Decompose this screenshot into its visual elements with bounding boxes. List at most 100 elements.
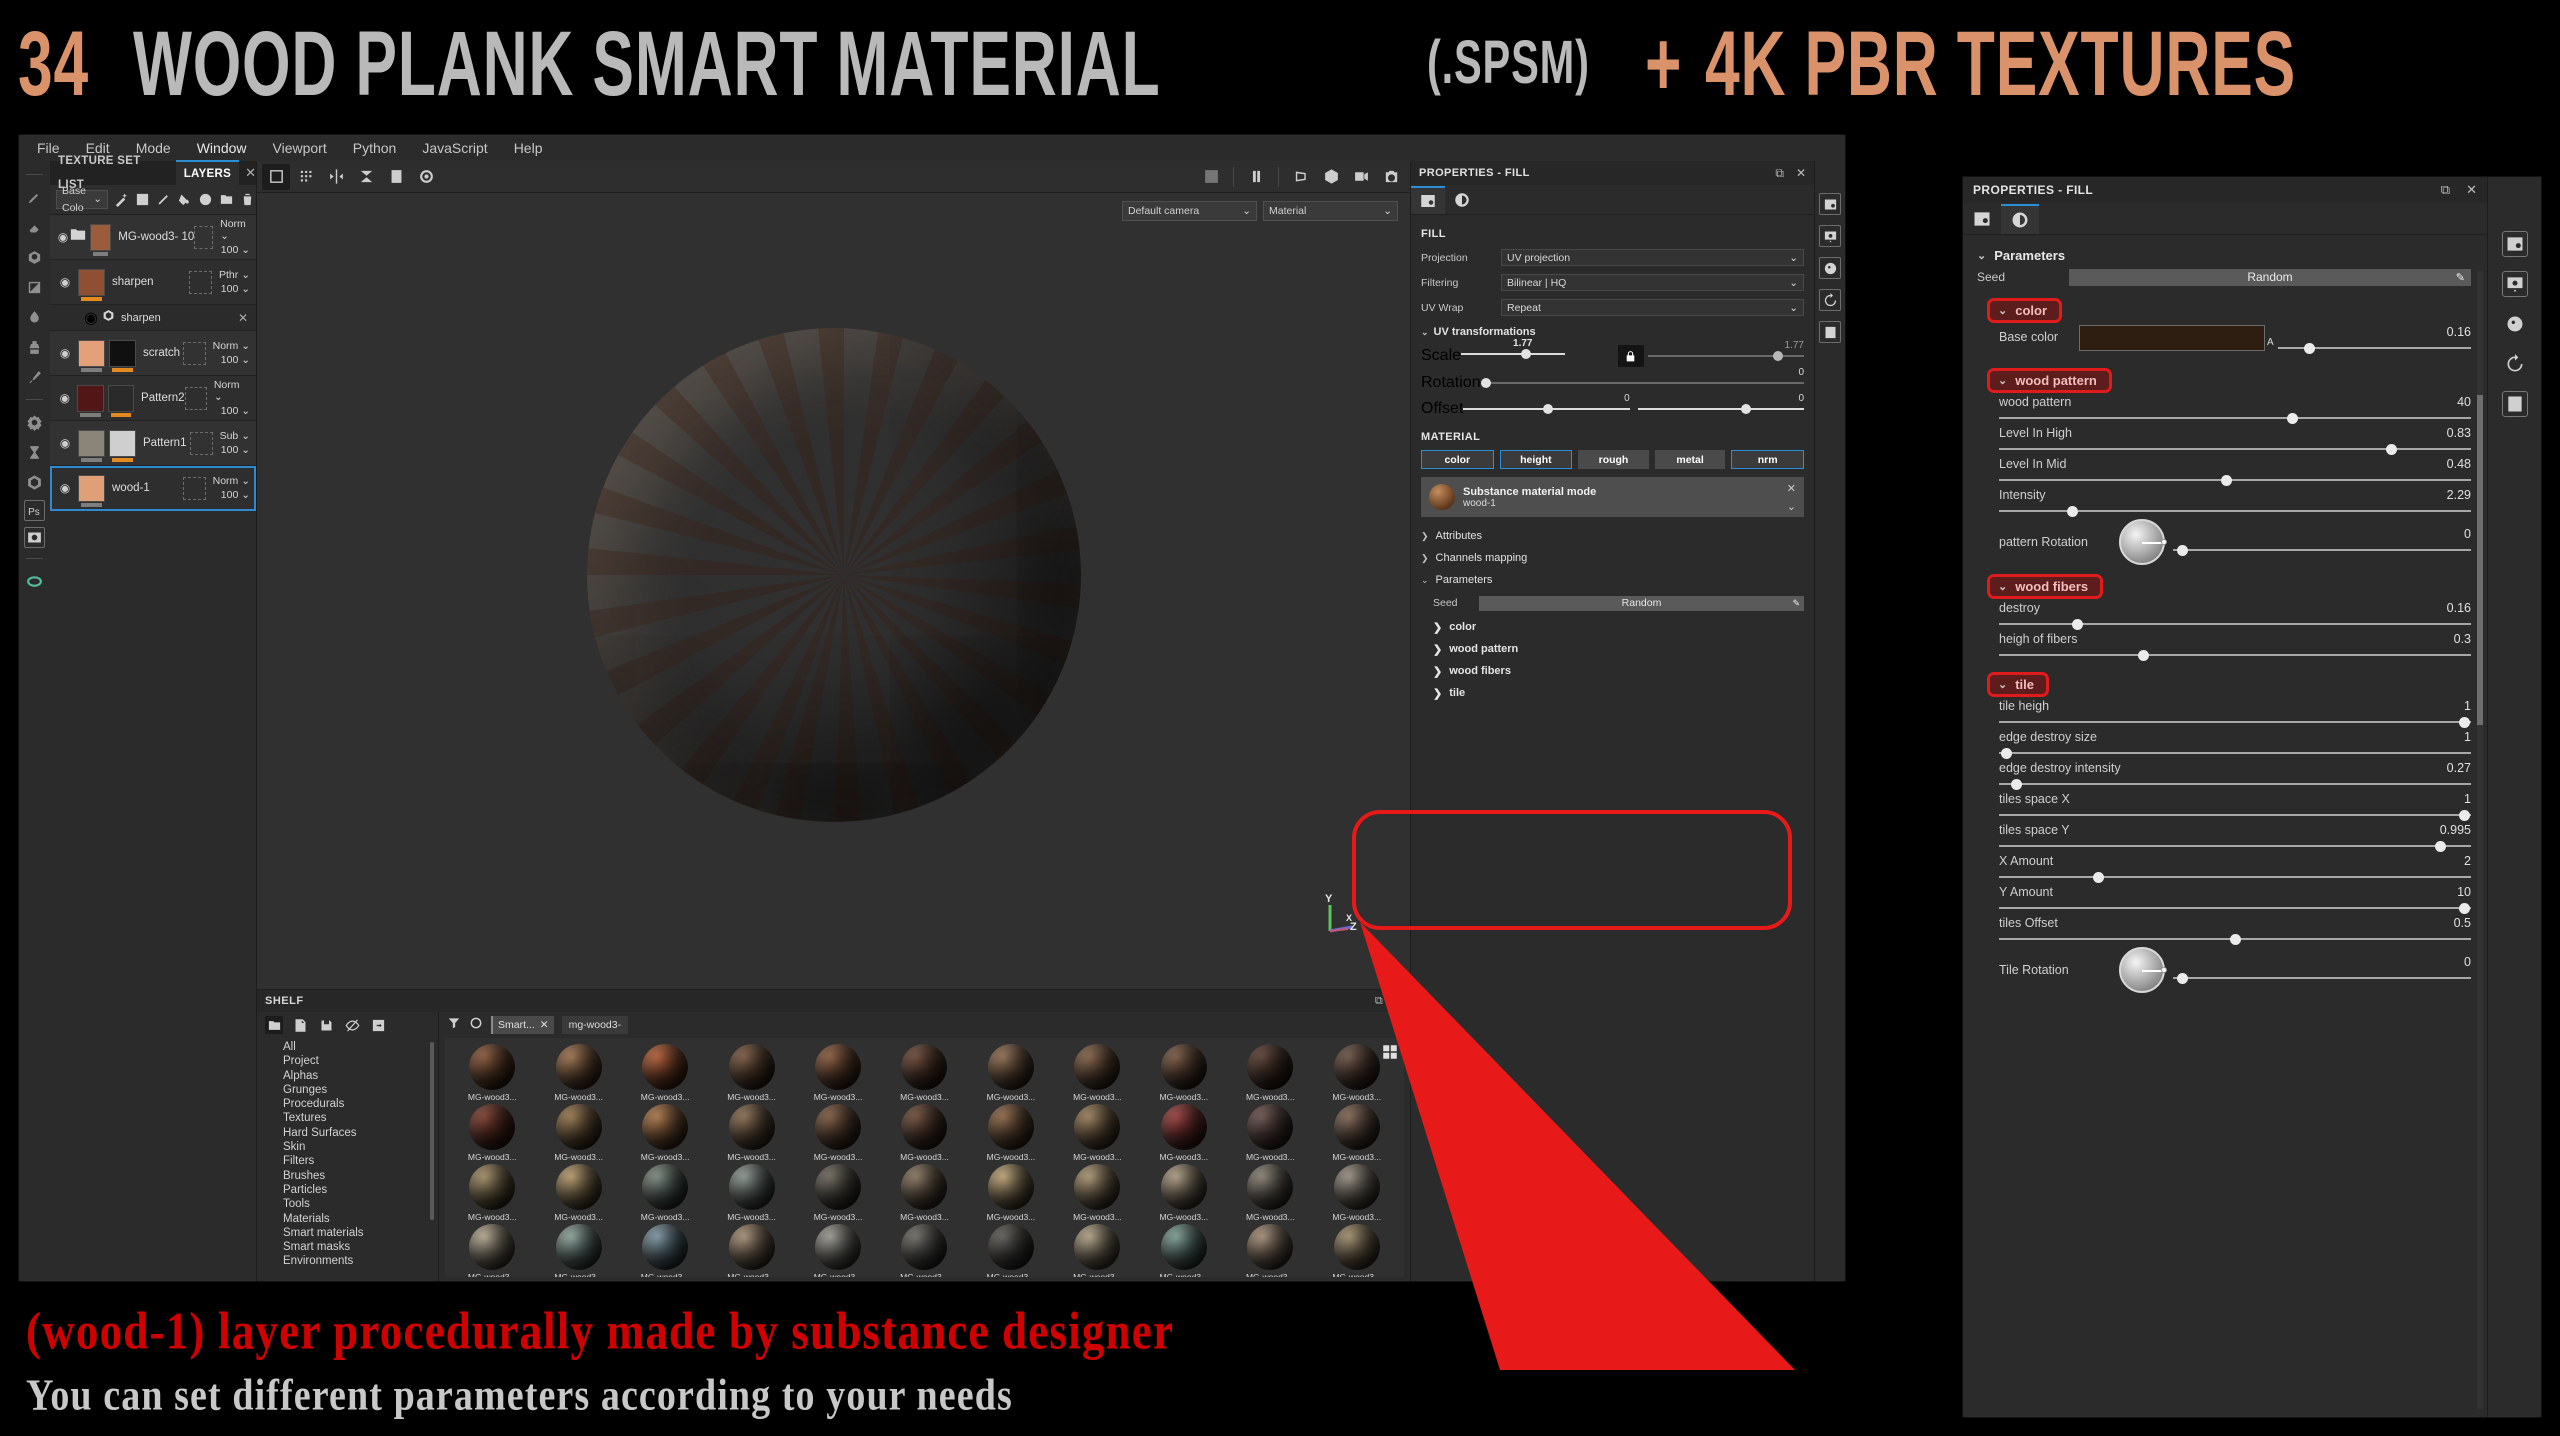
shelf-item[interactable]: MG-wood3... [1054,1164,1140,1222]
category-scrollbar[interactable] [430,1042,434,1220]
param-group-wood-fibers[interactable]: ❯wood fibers [1421,660,1804,682]
symmetry-plane-icon[interactable] [352,164,380,190]
tab-properties-settings[interactable] [1411,186,1445,214]
layer-blend-mode[interactable]: Norm ⌄ [213,475,250,487]
channel-button-height[interactable]: height [1500,450,1573,469]
layer-mask-slot[interactable] [183,342,206,365]
layer-visibility-icon[interactable]: ◉ [56,230,70,244]
shelf-category-item[interactable]: Alphas [283,1069,438,1083]
material-preview-sphere[interactable] [587,328,1081,822]
shelf-category-item[interactable]: Skin [283,1140,438,1154]
import-icon[interactable] [369,1016,387,1034]
shelf-item[interactable]: MG-wood3... [1054,1044,1140,1102]
rw-scrollbar-thumb[interactable] [2477,395,2483,725]
layer-opacity[interactable]: 100 ⌄ [221,489,250,501]
layer-mask-thumbnail[interactable] [109,430,136,457]
maximize-icon[interactable]: ⧉ [2441,182,2450,198]
grid-icon[interactable] [292,164,320,190]
param-group-tile[interactable]: ❯tile [1421,682,1804,704]
shelf-item[interactable]: MG-wood3... [449,1044,535,1102]
rw-group-tile[interactable]: ⌄tile [1987,672,2049,697]
display-settings-icon[interactable] [2502,231,2528,257]
rw-group-color[interactable]: ⌄color [1987,298,2062,323]
rw-seed-field[interactable]: Random ✎ [2069,269,2471,286]
shelf-item[interactable]: MG-wood3... [795,1224,881,1277]
shelf-category-item[interactable]: Textures [283,1111,438,1125]
shelf-item[interactable]: MG-wood3... [881,1044,967,1102]
shelf-item[interactable]: MG-wood3... [708,1104,794,1162]
shelf-category-item[interactable]: All [283,1040,438,1054]
layer-visibility-icon[interactable]: ◉ [56,436,74,450]
rw-param-slider[interactable] [1999,869,2471,884]
rw-group-wood-pattern[interactable]: ⌄wood pattern [1987,368,2112,393]
channel-button-nrm[interactable]: nrm [1731,450,1804,469]
layer-row[interactable]: ◉sharpenPthr ⌄100 ⌄ [50,260,256,305]
3d-viewport[interactable]: Default camera ⌄ Material ⌄ [257,193,1410,989]
substance-icon[interactable] [22,467,48,497]
rw-param-slider[interactable] [1999,616,2471,631]
offset-slider-1[interactable] [1463,402,1629,416]
shelf-item[interactable]: MG-wood3... [708,1044,794,1102]
channel-button-metal[interactable]: metal [1655,450,1726,469]
menu-item-help[interactable]: Help [514,140,543,156]
layer-visibility-icon[interactable]: ◉ [56,391,73,405]
add-fill-icon[interactable] [177,191,192,209]
layer-thumbnail[interactable] [77,385,103,412]
shelf-item[interactable]: MG-wood3... [535,1104,621,1162]
shelf-item[interactable]: MG-wood3... [968,1104,1054,1162]
rw-param-slider[interactable] [2173,970,2471,985]
lock-icon[interactable] [1618,345,1644,367]
shelf-item[interactable]: MG-wood3... [795,1104,881,1162]
rotation-dial[interactable] [2119,947,2165,993]
color-swatch[interactable] [2079,325,2265,351]
cube-icon[interactable] [1317,164,1345,190]
scale-slider-2[interactable] [1648,349,1804,363]
shelf-item[interactable]: MG-wood3... [622,1104,708,1162]
close-icon[interactable]: ✕ [1787,482,1796,495]
close-icon[interactable]: ✕ [238,311,248,325]
channel-button-rough[interactable]: rough [1578,450,1649,469]
search-chip[interactable]: Smart... ✕ [491,1016,554,1034]
color-picker-icon[interactable] [22,362,48,392]
shelf-item[interactable]: MG-wood3... [1227,1104,1313,1162]
rw-param-slider[interactable] [1999,503,2471,518]
shelf-item[interactable]: MG-wood3... [535,1044,621,1102]
shelf-item[interactable]: MG-wood3... [1054,1104,1140,1162]
tab-properties-material[interactable] [1445,186,1479,214]
perspective-icon[interactable] [1287,164,1315,190]
shelf-item[interactable]: MG-wood3... [449,1164,535,1222]
chevron-down-icon[interactable]: ⌄ [1787,500,1796,513]
rw-param-slider[interactable] [1999,472,2471,487]
shelf-item[interactable]: MG-wood3... [449,1104,535,1162]
shader-select[interactable]: Material ⌄ [1263,201,1398,221]
scale-slider-1[interactable] [1461,347,1565,361]
pause-icon[interactable] [1242,164,1270,190]
uvwrap-select[interactable]: Repeat ⌄ [1501,299,1804,316]
accordion-parameters[interactable]: ⌄ Parameters [1421,569,1804,591]
tab-rw-settings[interactable] [1963,204,2001,234]
menu-item-javascript[interactable]: JavaScript [422,140,487,156]
rw-param-slider[interactable] [2173,542,2471,557]
bake-icon[interactable] [382,164,410,190]
shelf-category-item[interactable]: Particles [283,1183,438,1197]
projection-select[interactable]: UV projection ⌄ [1501,249,1804,266]
tag-chip[interactable]: mg-wood3- [562,1016,629,1034]
viewport-settings-icon[interactable] [2502,271,2528,297]
shelf-item[interactable]: MG-wood3... [1227,1044,1313,1102]
rw-param-slider[interactable] [2278,340,2471,355]
edit-pencil-icon[interactable]: ✎ [1792,598,1800,609]
rw-param-slider[interactable] [1999,807,2471,822]
camera-icon[interactable] [1377,164,1405,190]
shelf-item[interactable]: MG-wood3... [795,1164,881,1222]
rw-accordion-parameters[interactable]: ⌄ Parameters [1977,243,2471,267]
camera-select[interactable]: Default camera ⌄ [1122,201,1257,221]
edit-pencil-icon[interactable]: ✎ [2456,271,2465,284]
shelf-item[interactable]: MG-wood3... [1141,1104,1227,1162]
layer-mask-slot[interactable] [185,387,207,410]
layer-thumbnail[interactable] [78,340,105,367]
layer-row[interactable]: ◉scratchNorm ⌄100 ⌄ [50,331,256,376]
eraser-icon[interactable] [22,212,48,242]
layer-mask-thumbnail[interactable] [108,385,134,412]
shelf-item[interactable]: MG-wood3... [622,1224,708,1277]
material-icon[interactable] [22,407,48,437]
